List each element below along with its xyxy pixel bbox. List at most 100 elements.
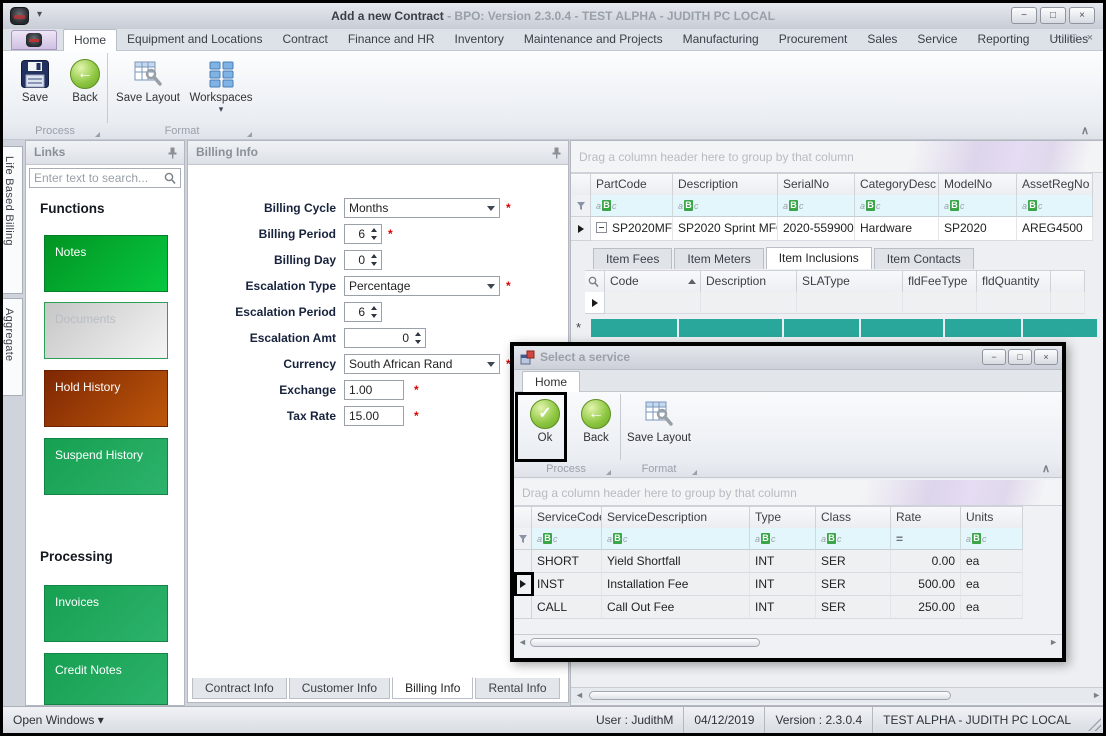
cell-servicecode[interactable]: CALL [532, 596, 602, 619]
column-header-servicedescription[interactable]: ServiceDescription [602, 506, 750, 529]
new-row-cell[interactable] [861, 319, 943, 337]
pin-icon[interactable] [168, 147, 177, 159]
detail-grid-empty-row[interactable] [585, 292, 1085, 314]
ribbon-tab-manufacturing[interactable]: Manufacturing [673, 29, 769, 51]
tab-item-inclusions[interactable]: Item Inclusions [766, 247, 872, 269]
currency-dropdown[interactable]: South African Rand [344, 354, 500, 374]
tax-rate-input[interactable]: 15.00 [344, 406, 404, 426]
scrollbar-thumb[interactable] [589, 691, 951, 700]
scrollbar-thumb[interactable] [530, 638, 760, 647]
tab-customer-info[interactable]: Customer Info [289, 678, 390, 699]
column-header-assetregno[interactable]: AssetRegNo [1017, 173, 1093, 196]
cell-servicecode[interactable]: SHORT [532, 550, 602, 573]
dialog-maximize-button[interactable]: □ [1008, 349, 1032, 365]
filter-cell-equals[interactable]: = [891, 528, 961, 550]
side-tab-life-based-billing[interactable]: Life Based Billing [3, 146, 23, 294]
filter-cell[interactable]: aBc [602, 528, 750, 550]
spinner-arrows-icon[interactable] [368, 252, 380, 268]
cell-empty[interactable] [797, 292, 903, 314]
new-row-cell[interactable] [591, 319, 677, 337]
cell-units[interactable]: ea [961, 573, 1023, 596]
spinner-arrows-icon[interactable] [412, 330, 424, 346]
dropdown-caret-icon[interactable] [483, 278, 498, 294]
new-row-cell[interactable] [1023, 319, 1097, 337]
scroll-left-icon[interactable]: ◄ [518, 637, 527, 647]
spinner-arrows-icon[interactable] [368, 304, 380, 320]
service-row-inst[interactable]: INST Installation Fee INT SER 500.00 ea [514, 573, 1023, 596]
dialog-tab-home[interactable]: Home [522, 371, 580, 392]
column-header-serialno[interactable]: SerialNo [778, 173, 855, 196]
cell-rate[interactable]: 250.00 [891, 596, 961, 619]
exchange-input[interactable]: 1.00 [344, 380, 404, 400]
mdi-minimize-button[interactable]: − [1053, 32, 1059, 44]
column-header-modelno[interactable]: ModelNo [939, 173, 1017, 196]
scroll-right-icon[interactable]: ► [1049, 637, 1058, 647]
cell-class[interactable]: SER [816, 573, 891, 596]
tab-rental-info[interactable]: Rental Info [475, 678, 559, 699]
filter-cell[interactable]: aBc [778, 195, 855, 217]
dialog-ribbon-collapse-chevron-icon[interactable]: ∧ [1042, 462, 1050, 475]
items-grid-hscrollbar[interactable]: ◄ ► [571, 687, 1105, 703]
billing-cycle-dropdown[interactable]: Months [344, 198, 500, 218]
maximize-button[interactable]: □ [1040, 7, 1066, 24]
dialog-save-layout-button[interactable]: Save Layout [626, 395, 692, 459]
scroll-left-icon[interactable]: ◄ [575, 690, 584, 700]
open-windows-button[interactable]: Open Windows ▾ [13, 707, 104, 733]
ribbon-tab-finance-and-hr[interactable]: Finance and HR [338, 29, 445, 51]
new-row-cell[interactable] [679, 319, 782, 337]
filter-cell[interactable]: aBc [961, 528, 1023, 550]
save-button[interactable]: Save [9, 55, 61, 119]
escalation-type-dropdown[interactable]: Percentage [344, 276, 500, 296]
ribbon-tab-home[interactable]: Home [63, 29, 117, 51]
ribbon-tab-inventory[interactable]: Inventory [445, 29, 514, 51]
billing-period-spinner[interactable]: 6 [344, 224, 382, 244]
workspaces-button[interactable]: Workspaces ▾ [185, 55, 257, 119]
tab-contract-info[interactable]: Contract Info [192, 678, 287, 699]
new-item-row[interactable] [591, 319, 1097, 337]
process-group-launcher-icon[interactable] [95, 132, 100, 137]
escalation-amt-spinner[interactable]: 0 [344, 328, 426, 348]
quick-access-caret-icon[interactable]: ▾ [37, 9, 42, 20]
dialog-ok-button[interactable]: ✓ Ok [519, 395, 571, 459]
credit-notes-button[interactable]: Credit Notes [44, 653, 168, 705]
process-group-launcher-icon[interactable] [606, 470, 611, 475]
dialog-group-by-bar[interactable]: Drag a column header here to group by th… [514, 480, 1062, 506]
minimize-button[interactable]: − [1011, 7, 1037, 24]
cell-type[interactable]: INT [750, 550, 816, 573]
cell-rate[interactable]: 500.00 [891, 573, 961, 596]
cell-units[interactable]: ea [961, 550, 1023, 573]
close-button[interactable]: × [1069, 7, 1095, 24]
mdi-close-button[interactable]: × [1087, 32, 1093, 44]
save-layout-button[interactable]: Save Layout [115, 55, 181, 119]
column-header-rate[interactable]: Rate [891, 506, 961, 529]
ribbon-collapse-chevron-icon[interactable]: ∧ [1081, 124, 1089, 137]
cell-servicedescription[interactable]: Call Out Fee [602, 596, 750, 619]
hold-history-button[interactable]: Hold History [44, 370, 168, 427]
mdi-restore-button[interactable]: □ [1070, 32, 1077, 44]
dropdown-caret-icon[interactable] [483, 356, 498, 372]
tab-item-contacts[interactable]: Item Contacts [874, 248, 974, 269]
filter-cell[interactable]: aBc [1017, 195, 1093, 217]
format-group-launcher-icon[interactable] [692, 470, 697, 475]
filter-cell[interactable]: aBc [532, 528, 602, 550]
cell-empty[interactable] [977, 292, 1051, 314]
tab-item-meters[interactable]: Item Meters [674, 248, 763, 269]
ribbon-tab-procurement[interactable]: Procurement [769, 29, 858, 51]
cell-assetregno[interactable]: AREG4500 [1017, 217, 1093, 241]
cell-rate[interactable]: 0.00 [891, 550, 961, 573]
new-row-cell[interactable] [784, 319, 859, 337]
filter-cell[interactable]: aBc [591, 195, 673, 217]
cell-servicecode[interactable]: INST [532, 573, 602, 596]
filter-cell[interactable]: aBc [855, 195, 939, 217]
new-row-cell[interactable] [945, 319, 1021, 337]
documents-button[interactable]: Documents [44, 302, 168, 359]
cell-partcode[interactable]: SP2020MFC [591, 217, 673, 241]
column-header-partcode[interactable]: PartCode [591, 173, 673, 196]
column-header-class[interactable]: Class [816, 506, 891, 529]
ribbon-tab-sales[interactable]: Sales [857, 29, 907, 51]
cell-class[interactable]: SER [816, 550, 891, 573]
service-row-short[interactable]: SHORT Yield Shortfall INT SER 0.00 ea [514, 550, 1023, 573]
cell-servicedescription[interactable]: Installation Fee [602, 573, 750, 596]
notes-button[interactable]: Notes [44, 235, 168, 292]
dialog-close-button[interactable]: × [1034, 349, 1058, 365]
